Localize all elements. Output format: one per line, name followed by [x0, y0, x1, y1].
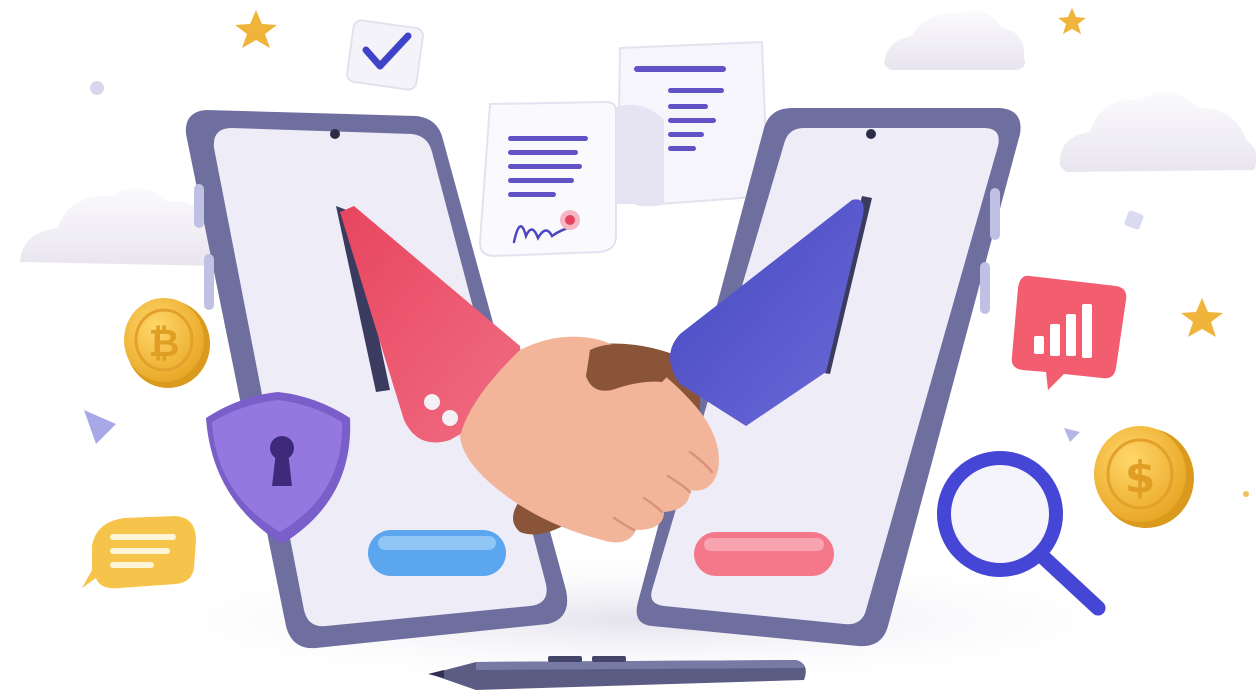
signed-contract-icon	[478, 100, 617, 258]
document-icon	[608, 40, 770, 207]
bitcoin-coin-icon: ₿	[124, 298, 210, 388]
bar-chart-icon	[1011, 275, 1127, 390]
star-icon	[1058, 8, 1086, 34]
star-icon	[235, 10, 277, 48]
cloud-icon	[884, 10, 1025, 71]
svg-text:₿: ₿	[149, 321, 180, 365]
svg-text:$: $	[1125, 452, 1156, 503]
checkbox-icon	[346, 19, 424, 91]
star-icon	[1181, 298, 1223, 337]
dollar-coin-icon: $	[1094, 426, 1194, 528]
chat-bubble-icon	[82, 516, 196, 589]
cloud-icon	[1059, 91, 1256, 172]
handshake-illustration: ₿ $	[0, 0, 1256, 696]
